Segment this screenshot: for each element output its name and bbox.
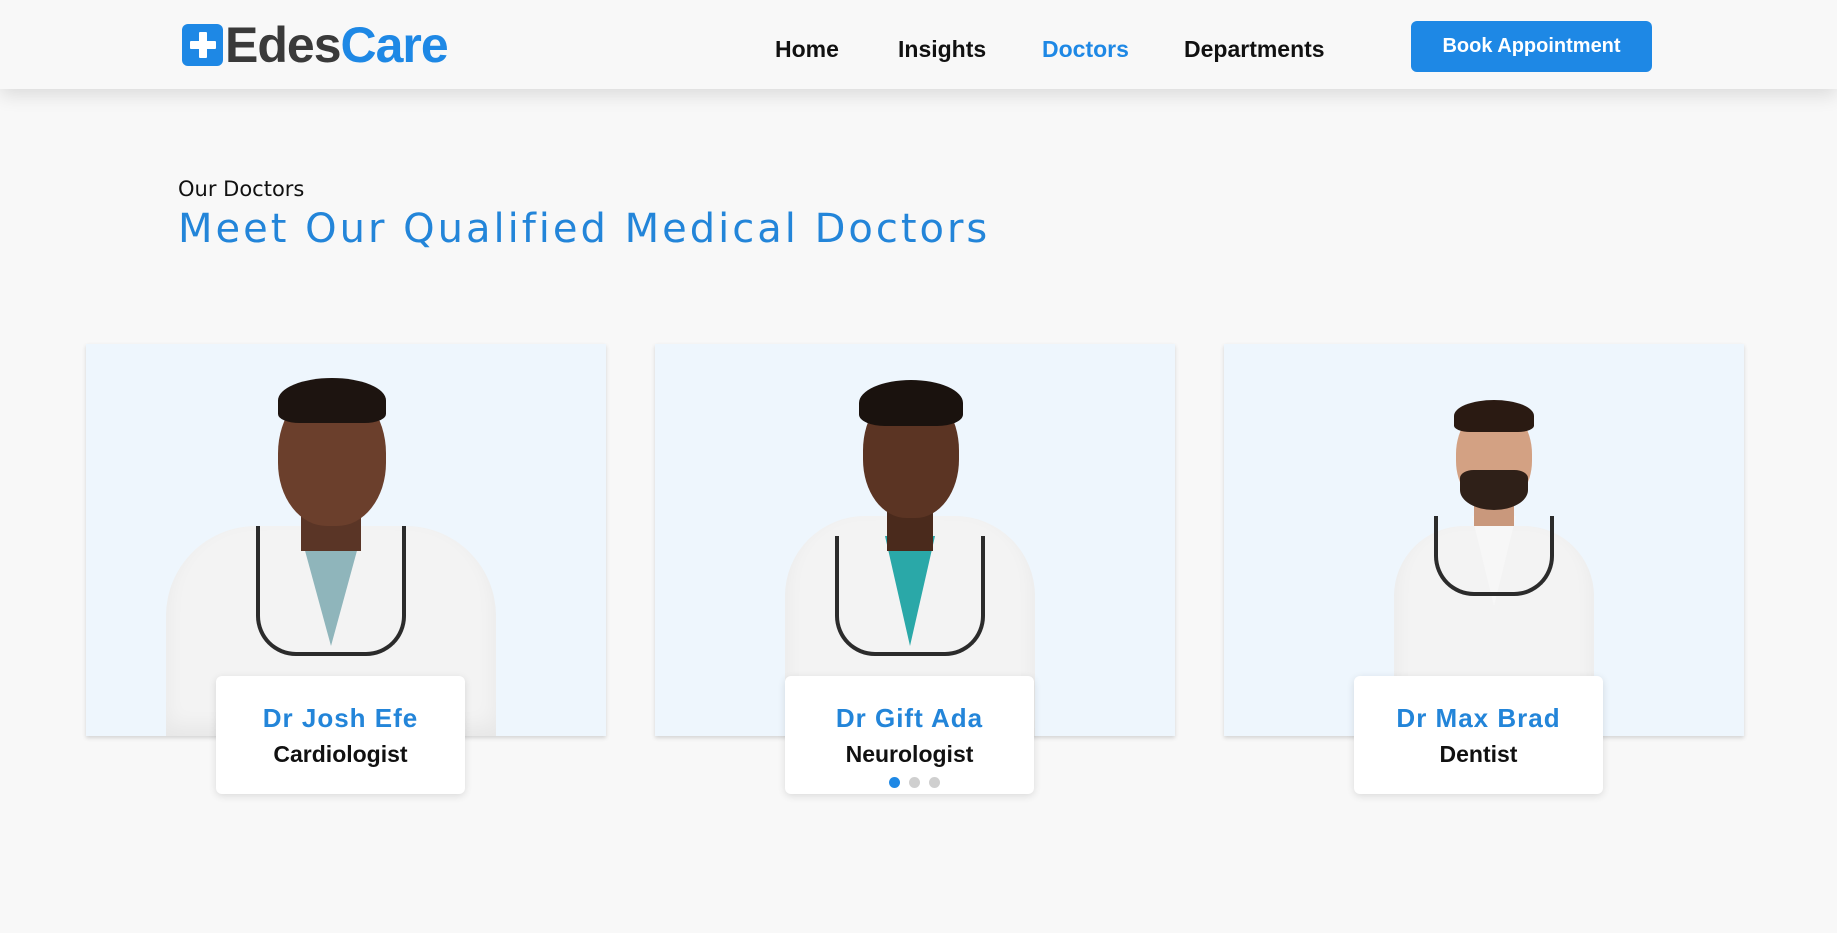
doctor-info: Dr Josh Efe Cardiologist	[216, 676, 465, 794]
doctor-card[interactable]: Dr Max Brad Dentist	[1224, 344, 1744, 794]
doctor-info: Dr Max Brad Dentist	[1354, 676, 1603, 794]
doctor-specialty: Neurologist	[845, 741, 974, 767]
doctor-specialty: Dentist	[1439, 741, 1518, 767]
doctor-card[interactable]: Dr Josh Efe Cardiologist	[86, 344, 606, 794]
doctor-name: Dr Gift Ada	[835, 703, 984, 733]
carousel-dot[interactable]	[929, 777, 940, 788]
nav-link-departments[interactable]: Departments	[1184, 36, 1325, 63]
site-header: Edes Care Home Insights Doctors Departme…	[0, 0, 1837, 89]
section-eyebrow: Our Doctors	[178, 177, 305, 201]
doctor-name: Dr Josh Efe	[262, 703, 419, 733]
carousel-dot[interactable]	[909, 777, 920, 788]
doctor-card[interactable]: Dr Gift Ada Neurologist	[655, 344, 1175, 794]
carousel-dot[interactable]	[889, 777, 900, 788]
nav-link-insights[interactable]: Insights	[898, 36, 986, 63]
doctor-name: Dr Max Brad	[1396, 703, 1561, 733]
doctor-specialty: Cardiologist	[273, 741, 408, 767]
carousel-pagination	[889, 777, 940, 788]
section-title: Meet Our Qualified Medical Doctors	[178, 206, 991, 252]
nav-link-home[interactable]: Home	[775, 36, 839, 63]
nav-link-doctors[interactable]: Doctors	[1042, 36, 1129, 63]
book-appointment-button[interactable]: Book Appointment	[1411, 21, 1652, 72]
